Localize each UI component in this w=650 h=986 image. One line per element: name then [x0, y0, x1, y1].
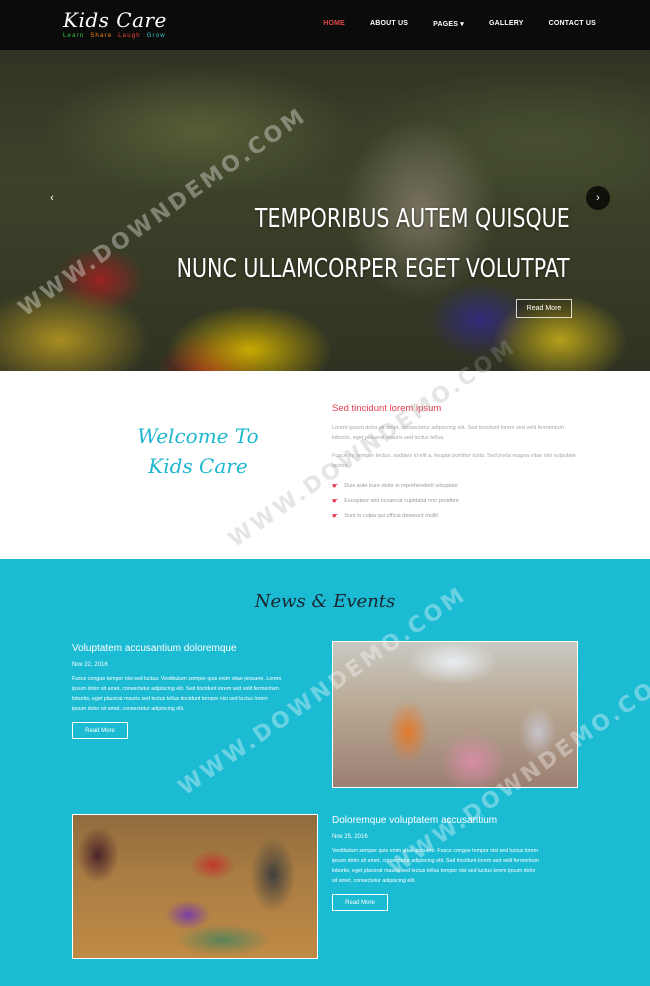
main-menu: HOME ABOUT US PAGES ▾ GALLERY CONTACT US: [298, 20, 596, 28]
list-item: ☛ Duis aute irure dolor in reprehenderit …: [332, 479, 582, 494]
tagline-word-grow: Grow: [146, 33, 166, 39]
news-section-title: News & Events: [254, 591, 396, 612]
article-body: Vestibulum semper quis enim vitae posuer…: [332, 848, 539, 884]
list-item-text: Sunt in culpa qui officia deserunt molli…: [344, 513, 439, 519]
list-item: ☛ Excepteur sint occaecat cupidatat non p…: [332, 494, 582, 509]
hand-pointer-icon: ☛: [332, 483, 339, 490]
article-title[interactable]: Voluptatem accusantium doloremque: [72, 643, 282, 654]
news-photo-1: [332, 641, 578, 788]
menu-item-gallery[interactable]: GALLERY: [489, 20, 524, 28]
welcome-title-line-2: Kids Care: [148, 454, 248, 478]
hero-slider: ‹ › TEMPORIBUS AUTEM QUISQUE NUNC ULLAMC…: [0, 50, 650, 371]
menu-item-about-us[interactable]: ABOUT US: [370, 20, 408, 28]
hand-pointer-icon: ☛: [332, 498, 339, 505]
slider-next-arrow-icon[interactable]: ›: [586, 186, 610, 210]
welcome-paragraph-1: Lorem ipsum dolor sit amet, consectetur …: [332, 425, 565, 441]
list-item: ☛ Sunt in culpa qui officia deserunt moll…: [332, 509, 582, 524]
welcome-section: Welcome To Kids Care Sed tincidunt lorem…: [0, 334, 650, 559]
welcome-title-line-1: Welcome To: [137, 424, 259, 448]
logo-tagline: Learn Share Laugh Grow: [63, 33, 169, 39]
news-photo-2: [72, 814, 318, 959]
welcome-paragraph-2: Fusce ex semper lectus, sodales id elit …: [332, 453, 576, 469]
news-events-section: News & Events Voluptatem accusantium dol…: [0, 559, 650, 986]
article-date: Nov 22, 2016: [72, 662, 108, 668]
article-body: Fusce congue tempor nisi sed luctus. Ves…: [72, 676, 282, 712]
tagline-word-share: Share: [90, 33, 113, 39]
menu-item-home[interactable]: HOME: [323, 20, 345, 28]
article-read-more-button[interactable]: Read More: [72, 722, 128, 739]
welcome-title: Welcome To Kids Care: [128, 421, 268, 481]
list-item-text: Duis aute irure dolor in reprehenderit v…: [344, 483, 458, 489]
hero-title-line-1: TEMPORIBUS AUTEM QUISQUE: [255, 204, 570, 234]
tagline-word-laugh: Laugh: [118, 33, 141, 39]
article-read-more-button[interactable]: Read More: [332, 894, 388, 911]
menu-item-pages[interactable]: PAGES ▾: [433, 20, 464, 28]
slider-prev-arrow-icon[interactable]: ‹: [40, 186, 64, 210]
news-article-2: Doloremque voluptatem accusantium Nov 25…: [332, 815, 542, 911]
welcome-heading: Sed tincidunt lorem ipsum: [332, 403, 442, 414]
logo-title: Kids Care: [63, 8, 167, 32]
news-article-1: Voluptatem accusantium doloremque Nov 22…: [72, 643, 282, 739]
welcome-feature-list: ☛ Duis aute irure dolor in reprehenderit …: [332, 479, 582, 524]
article-date: Nov 25, 2016: [332, 834, 368, 840]
welcome-content: Sed tincidunt lorem ipsum Lorem ipsum do…: [332, 403, 582, 524]
site-logo[interactable]: Kids Care Learn Share Laugh Grow: [63, 8, 169, 39]
menu-item-contact-us[interactable]: CONTACT US: [549, 20, 596, 28]
article-title[interactable]: Doloremque voluptatem accusantium: [332, 815, 542, 826]
hero-title-line-2: NUNC ULLAMCORPER EGET VOLUTPAT: [177, 254, 570, 284]
top-navbar: Kids Care Learn Share Laugh Grow HOME AB…: [0, 0, 650, 50]
tagline-word-learn: Learn: [63, 33, 85, 39]
hero-read-more-button[interactable]: Read More: [516, 299, 572, 318]
list-item-text: Excepteur sint occaecat cupidatat non pr…: [344, 498, 459, 504]
hand-pointer-icon: ☛: [332, 513, 339, 520]
